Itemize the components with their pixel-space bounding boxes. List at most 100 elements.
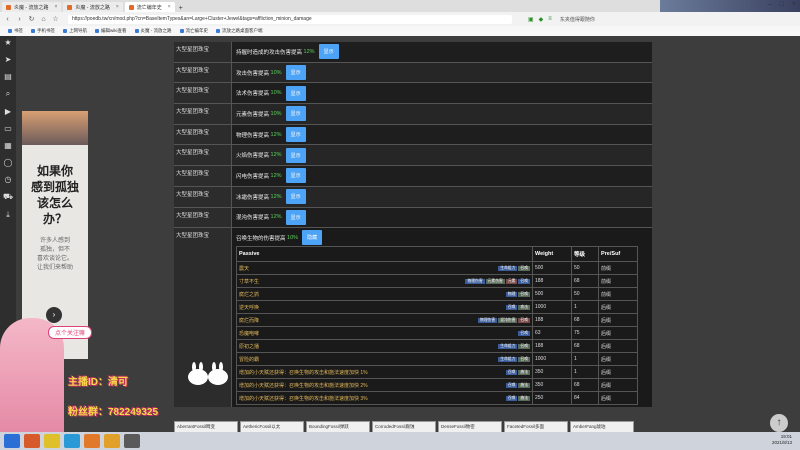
book-icon[interactable]: ▤ — [4, 72, 12, 81]
column-header: Pre/Suf — [598, 246, 638, 263]
home-icon[interactable]: ⌂ — [39, 16, 48, 23]
star-icon[interactable]: ☆ — [51, 15, 60, 23]
show-button[interactable]: 显示 — [285, 168, 306, 184]
chat-icon[interactable]: ◯ — [4, 158, 13, 167]
passive-cell: 恐魔咆哮 召唤 — [236, 326, 533, 341]
bookmark-item[interactable]: 书签 — [8, 28, 23, 34]
send-icon[interactable]: ➤ — [5, 55, 12, 64]
bookmark-item[interactable]: 流亡编年史 — [179, 28, 208, 34]
mod-type: 大型星团珠宝 — [174, 83, 232, 104]
bookmark-item[interactable]: 流放之路桌面客户端 — [216, 28, 263, 34]
passive-name: 恐魔咆哮 — [239, 330, 260, 337]
hide-button[interactable]: 隐藏 — [302, 230, 323, 246]
show-button[interactable]: 显示 — [285, 85, 306, 101]
site-icon — [6, 4, 11, 10]
close-icon[interactable]: × — [54, 4, 57, 10]
mod-value: 10% — [287, 234, 299, 241]
weight-cell: 188 — [532, 339, 572, 354]
bookmark-item[interactable]: 编辑wiki查看 — [95, 28, 127, 34]
browser-tab[interactable]: 炎魔 - 流放之路 × — [2, 2, 62, 12]
weight-cell: 250 — [532, 391, 572, 406]
search-icon[interactable]: ⌕ — [6, 89, 10, 99]
show-button[interactable]: 显示 — [285, 127, 306, 143]
download-icon[interactable]: ⤓ — [6, 210, 10, 220]
close-icon[interactable]: × — [116, 4, 119, 10]
ps-cell: 前缀 — [598, 261, 638, 276]
mod-table: 大型星团珠宝 持握时造成的攻击伤害提高 12% 显示 大型星团珠宝 攻击伤害提高 10… — [174, 42, 652, 408]
app-icon[interactable] — [84, 434, 100, 448]
forward-icon[interactable]: › — [15, 16, 24, 23]
show-button[interactable]: 显示 — [285, 147, 306, 163]
show-button[interactable]: 显示 — [285, 65, 306, 81]
scroll-to-top-button[interactable]: ↑ — [770, 414, 788, 432]
level-cell: 1 — [571, 300, 599, 315]
ad-next-icon[interactable]: › — [46, 307, 62, 323]
note-icon[interactable]: ▦ — [4, 141, 12, 150]
bookmark-icon — [179, 29, 184, 33]
mod-type: 大型星团珠宝 — [174, 166, 232, 186]
app-icon[interactable] — [104, 434, 120, 448]
ps-cell: 后缀 — [598, 313, 638, 328]
shield-icon[interactable]: ◆ — [539, 16, 544, 23]
address-bar[interactable]: https://poedb.tw/cn/mod.php?cn=BaseItemT… — [68, 14, 512, 24]
page-content: 大型星团珠宝 持握时造成的攻击伤害提高 12% 显示 大型星团珠宝 攻击伤害提高 10… — [16, 36, 800, 432]
bookmark-icon — [8, 29, 12, 33]
star-icon[interactable]: ★ — [4, 38, 11, 47]
mod-text: 持握时造成的攻击伤害提高 — [236, 49, 303, 56]
show-button[interactable]: 显示 — [318, 44, 339, 60]
menu-icon[interactable]: ≡ — [548, 16, 552, 22]
start-icon[interactable] — [4, 434, 20, 448]
ps-cell: 后缀 — [598, 326, 638, 341]
tier-row: 腐烂而降 物理伤害 混沌伤害 召唤 188 68 后缀 — [236, 313, 638, 328]
anchor-id-text: 主播ID：清可 — [68, 377, 128, 388]
tier-row: 寸草不生 物理伤害 元素伤害 元素 召唤 188 68 前缀 — [236, 274, 638, 289]
clock-icon[interactable]: ◷ — [5, 175, 12, 184]
show-button[interactable]: 显示 — [285, 209, 306, 225]
mod-value: 12% — [303, 48, 315, 55]
bookmark-item[interactable]: 上网导航 — [63, 28, 87, 34]
follow-badge: 点个关注嘛 — [48, 326, 93, 339]
cart-icon[interactable]: ⛟ — [3, 192, 13, 202]
mod-value: 12% — [270, 131, 282, 138]
new-tab-button[interactable]: + — [179, 5, 183, 12]
show-button[interactable]: 显示 — [285, 189, 306, 205]
app-icon[interactable] — [64, 434, 80, 448]
close-window-icon[interactable]: × — [792, 1, 796, 8]
browser-tab[interactable]: 炎魔 - 流放之路 × — [63, 2, 123, 12]
bookmark-item[interactable]: 手机书签 — [31, 28, 55, 34]
tier-row: 增加的小天赋还获得：召唤生物的攻击和施法速度加快 2% 召唤 施法 350 68 后缀 — [236, 378, 638, 393]
app-icon[interactable] — [44, 434, 60, 448]
minimize-icon[interactable]: – — [768, 1, 772, 8]
passive-name: 腐烂之抓 — [239, 291, 260, 298]
user-label[interactable]: 东夹值得跟随你 — [560, 16, 595, 23]
tag-list: 召唤 施法 — [505, 369, 530, 375]
reload-icon[interactable]: ↻ — [27, 15, 36, 23]
tier-row: 冒险的霸 生命组力 召唤 1000 1 后缀 — [236, 352, 638, 367]
browser-tab-active[interactable]: 流亡编年史 × — [124, 2, 175, 12]
bookmark-item[interactable]: 炎魔 - 流放之路 — [134, 28, 172, 34]
maximize-icon[interactable]: □ — [780, 1, 784, 8]
back-icon[interactable]: ‹ — [3, 16, 12, 23]
app-icon[interactable] — [124, 434, 140, 448]
tag-badge: 召唤 — [518, 330, 530, 336]
tier-row: 逆天呼唤 召唤 攻击 1000 1 后缀 — [236, 300, 638, 315]
tag-list: 物理伤害 元素伤害 元素 召唤 — [464, 278, 530, 284]
passive-cell: 增加的小天赋还获得：召唤生物的攻击和施法速度加快 3% 召唤 施法 — [236, 391, 533, 406]
tag-list: 召唤 — [517, 330, 530, 336]
tag-list: 生命组力 召唤 — [497, 343, 530, 349]
mod-value: 12% — [270, 193, 282, 200]
level-cell: 1 — [571, 365, 599, 380]
close-icon[interactable]: × — [168, 4, 171, 10]
weight-cell: 350 — [532, 365, 572, 380]
tag-badge: 生命组力 — [498, 356, 518, 362]
weight-cell: 350 — [532, 378, 572, 393]
mod-type: 大型星团珠宝 — [174, 207, 232, 228]
mod-type: 大型星团珠宝 — [174, 104, 232, 124]
clip-icon[interactable]: ▭ — [4, 124, 12, 133]
video-icon[interactable]: ▶ — [5, 107, 11, 116]
passive-cell: 逆天呼唤 召唤 攻击 — [236, 300, 533, 315]
show-button[interactable]: 显示 — [285, 106, 306, 122]
app-icon[interactable] — [24, 434, 40, 448]
tag-list: 召唤 施法 — [505, 382, 530, 388]
extension-icon[interactable]: ▣ — [528, 16, 534, 23]
